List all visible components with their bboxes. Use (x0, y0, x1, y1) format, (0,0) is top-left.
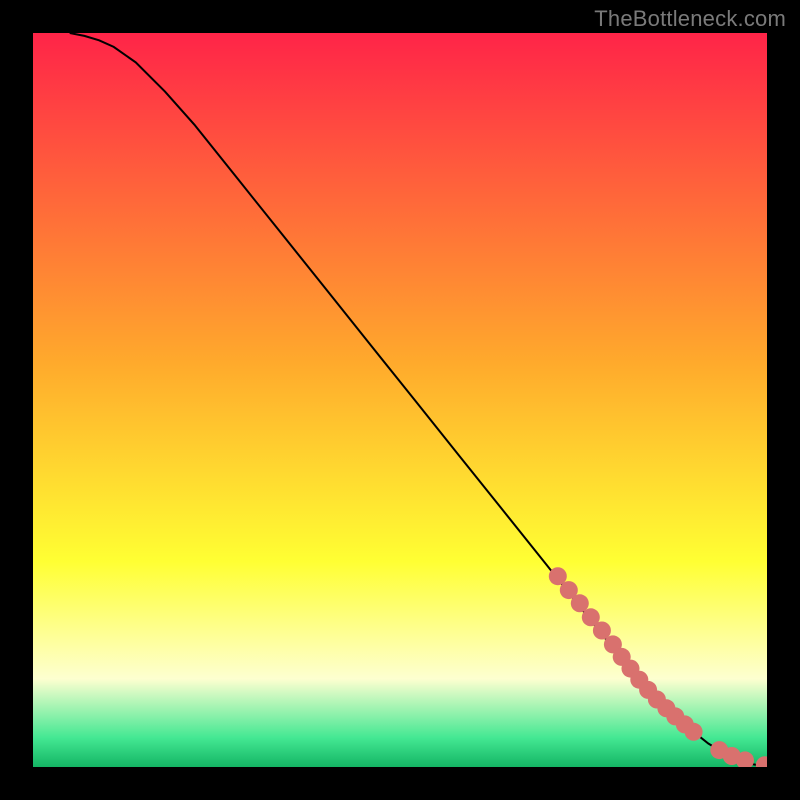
chart-frame (33, 33, 767, 767)
bottleneck-chart (33, 33, 767, 767)
attribution-text: TheBottleneck.com (594, 6, 786, 32)
data-marker (685, 723, 703, 741)
data-marker (571, 594, 589, 612)
gradient-background (33, 33, 767, 767)
